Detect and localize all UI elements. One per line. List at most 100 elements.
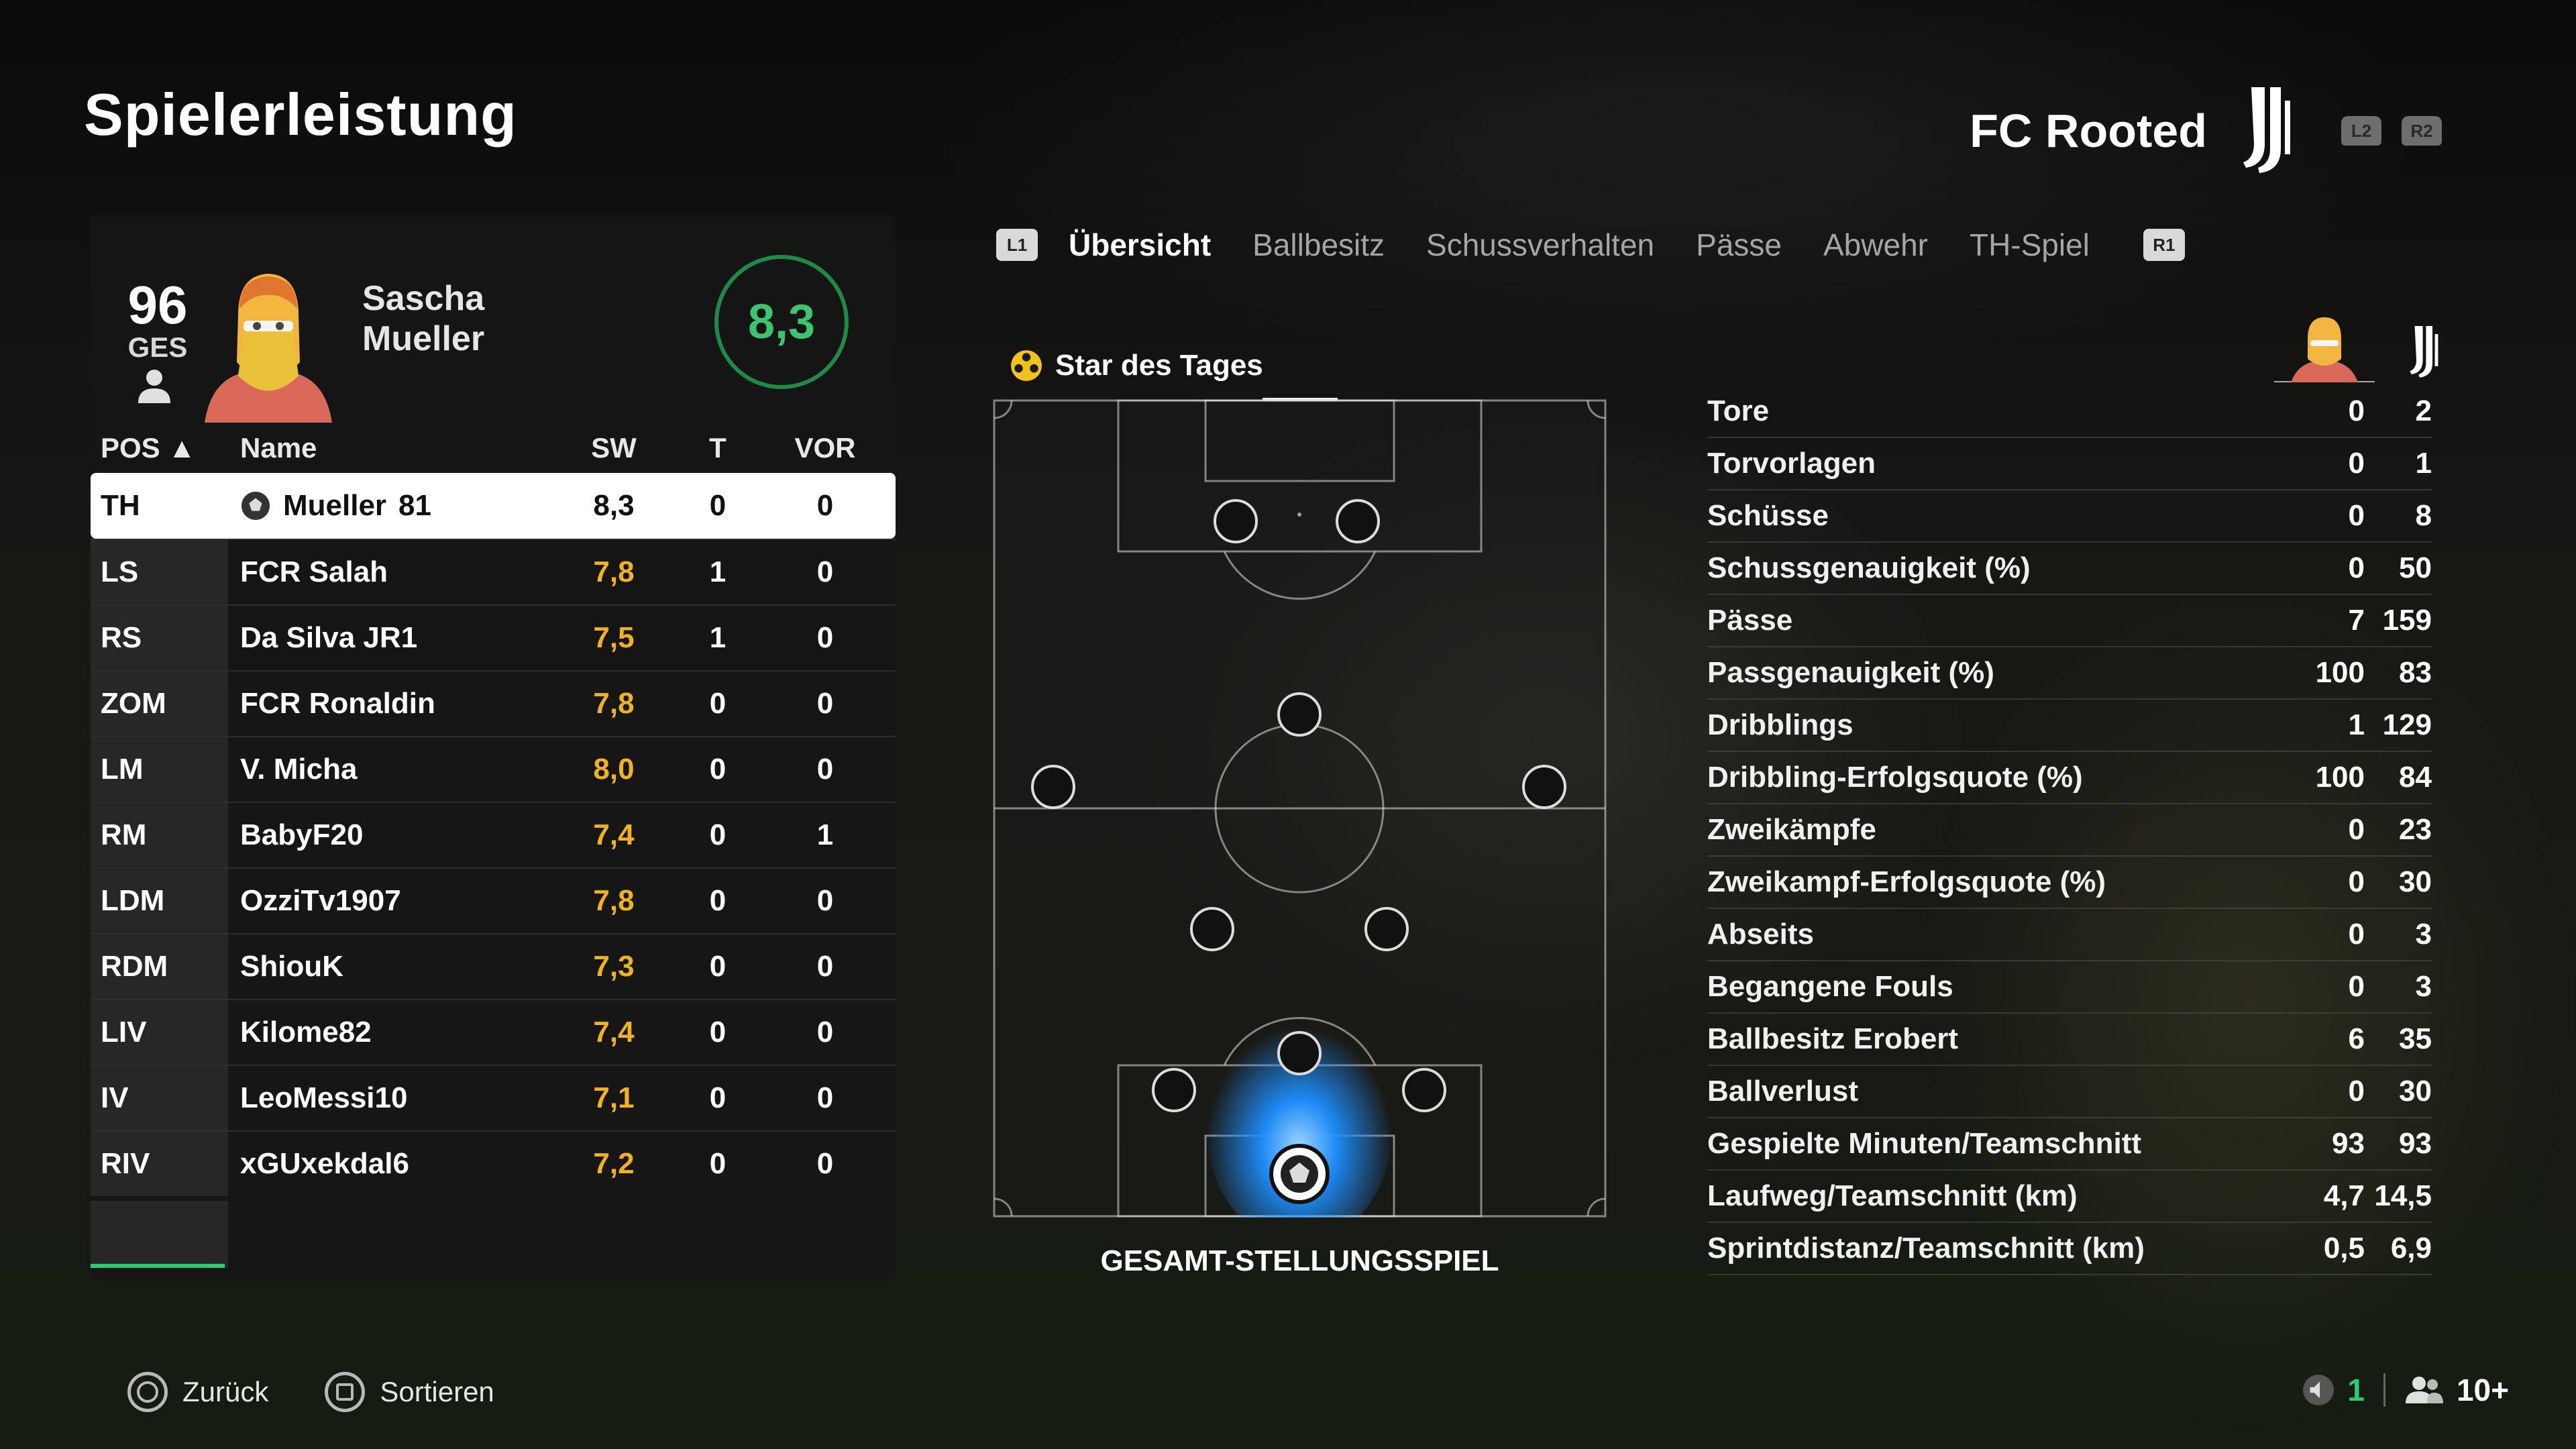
row-vor: 0 [816,1081,834,1114]
row-name: BabyF20 [240,818,364,851]
stat-row: Passgenauigkeit (%) 100 83 [1707,647,2432,700]
stat-team: 129 [2382,708,2432,741]
table-row[interactable]: RS Da Silva JR1 7,5 1 0 [91,604,896,670]
row-vor: 0 [816,1016,834,1049]
stat-team: 3 [2415,918,2432,951]
l1-button[interactable]: L1 [996,229,1038,261]
stat-label: Gespielte Minuten/Teamschnitt [1707,1127,2142,1160]
row-vor: 0 [816,1147,834,1180]
tab-defense[interactable]: Abwehr [1823,227,1928,263]
stat-label: Pässe [1707,604,1793,637]
speaker-muted-icon [2303,1375,2334,1405]
row-t: 0 [709,687,727,720]
stat-team: 84 [2399,761,2432,794]
row-vor: 0 [816,884,834,917]
row-sw: 7,2 [593,1147,635,1180]
stat-player: 100 [2315,761,2365,794]
tab-shooting[interactable]: Schussverhalten [1426,227,1654,263]
overall-label: GES [127,331,188,363]
col-vor-header[interactable]: VOR [771,432,879,464]
col-name-header[interactable]: Name [228,432,564,464]
row-sw: 7,4 [593,1016,635,1049]
row-pos: RIV [91,1132,228,1196]
row-t: 0 [709,818,727,851]
tab-possession[interactable]: Ballbesitz [1252,227,1385,263]
stat-row: Torvorlagen 0 1 [1707,438,2432,490]
stat-row: Dribblings 1 129 [1707,700,2432,752]
table-row[interactable]: LDM OzziTv1907 7,8 0 0 [91,867,896,933]
stat-player: 0 [2348,813,2365,846]
table-row[interactable]: LM V. Micha 8,0 0 0 [91,736,896,802]
circle-button-icon[interactable] [127,1372,168,1412]
stat-row: Pässe 7 159 [1707,595,2432,647]
stat-team: 35 [2399,1022,2432,1055]
stat-row: Zweikämpfe 0 23 [1707,804,2432,857]
r1-button[interactable]: R1 [2143,229,2185,261]
row-vor: 0 [816,621,834,654]
stat-team: 30 [2399,1075,2432,1108]
table-row[interactable]: LIV Kilome82 7,4 0 0 [91,999,896,1065]
table-row[interactable]: RDM ShiouK 7,3 0 0 [91,933,896,999]
square-button-icon[interactable] [325,1372,366,1412]
stat-label: Passgenauigkeit (%) [1707,656,1994,689]
formation-pitch [993,399,1607,1218]
table-row[interactable]: TH Mueller 81 8,3 0 0 [91,473,896,539]
tab-passes[interactable]: Pässe [1696,227,1782,263]
table-row[interactable]: ZOM FCR Ronaldin 7,8 0 0 [91,670,896,736]
col-sw-header[interactable]: SW [564,432,664,464]
table-row[interactable]: RM BabyF20 7,4 0 1 [91,802,896,867]
l2-button[interactable]: L2 [2341,116,2381,146]
row-name: LeoMessi10 [240,1081,408,1114]
tab-overview[interactable]: Übersicht [1069,227,1211,263]
stat-team: 14,5 [2374,1179,2432,1212]
stats-tabs: L1 Übersicht Ballbesitz Schussverhalten … [996,227,2185,263]
player-portrait [205,274,332,423]
player-name: Sascha Mueller [362,278,484,359]
col-pos-header[interactable]: POS ▲ [91,423,228,473]
stat-row: Zweikampf-Erfolgsquote (%) 0 30 [1707,857,2432,909]
stat-team: 30 [2399,865,2432,898]
stat-player: 0 [2348,447,2365,480]
trigger-buttons: L2 R2 [2341,116,2442,146]
tab-goalkeeping[interactable]: TH-Spiel [1970,227,2090,263]
stat-label: Dribblings [1707,708,1854,741]
back-label[interactable]: Zurück [182,1376,268,1408]
row-pos: LM [91,737,228,802]
row-sw: 7,1 [593,1081,635,1114]
stats-column-headers [2274,312,2449,382]
player-last-name: Mueller [362,319,485,358]
star-badge-icon [1011,350,1042,381]
stat-player: 0 [2348,1075,2365,1108]
row-vor: 0 [816,489,834,522]
stat-label: Begangene Fouls [1707,970,1953,1003]
stat-label: Schussgenauigkeit (%) [1707,551,2031,584]
r2-button[interactable]: R2 [2402,116,2442,146]
row-name: xGUxekdal6 [240,1147,409,1180]
row-pos: LIV [91,1000,228,1065]
row-pos: LS [91,540,228,604]
footer-status: 1 10+ [2302,1372,2509,1408]
row-name: Kilome82 [240,1016,372,1049]
row-name: Da Silva JR1 [240,621,418,654]
voice-count: 1 [2347,1373,2365,1407]
table-row[interactable]: RIV xGUxekdal6 7,2 0 0 [91,1130,896,1196]
stat-player: 100 [2315,656,2365,689]
stat-player: 7 [2348,604,2365,637]
row-pos: LDM [91,869,228,933]
stat-player: 0 [2348,918,2365,951]
row-vor: 0 [816,753,834,786]
stat-team: 3 [2415,970,2432,1003]
stat-team: 50 [2399,551,2432,584]
stat-player: 6 [2348,1022,2365,1055]
stat-label: Torvorlagen [1707,447,1876,480]
row-t: 0 [709,489,727,522]
table-row[interactable]: LS FCR Salah 7,8 1 0 [91,539,896,604]
sort-label[interactable]: Sortieren [380,1376,494,1408]
stats-list: Tore 0 2 Torvorlagen 0 1 Schüsse 0 8 Schussgen… [1707,386,2432,1275]
row-t: 0 [709,884,727,917]
stat-row: Schüsse 0 8 [1707,490,2432,543]
col-t-header[interactable]: T [664,432,771,464]
team-header: FC Rooted L2 R2 [1970,87,2442,174]
table-row[interactable]: IV LeoMessi10 7,1 0 0 [91,1065,896,1130]
row-t: 0 [709,1147,727,1180]
